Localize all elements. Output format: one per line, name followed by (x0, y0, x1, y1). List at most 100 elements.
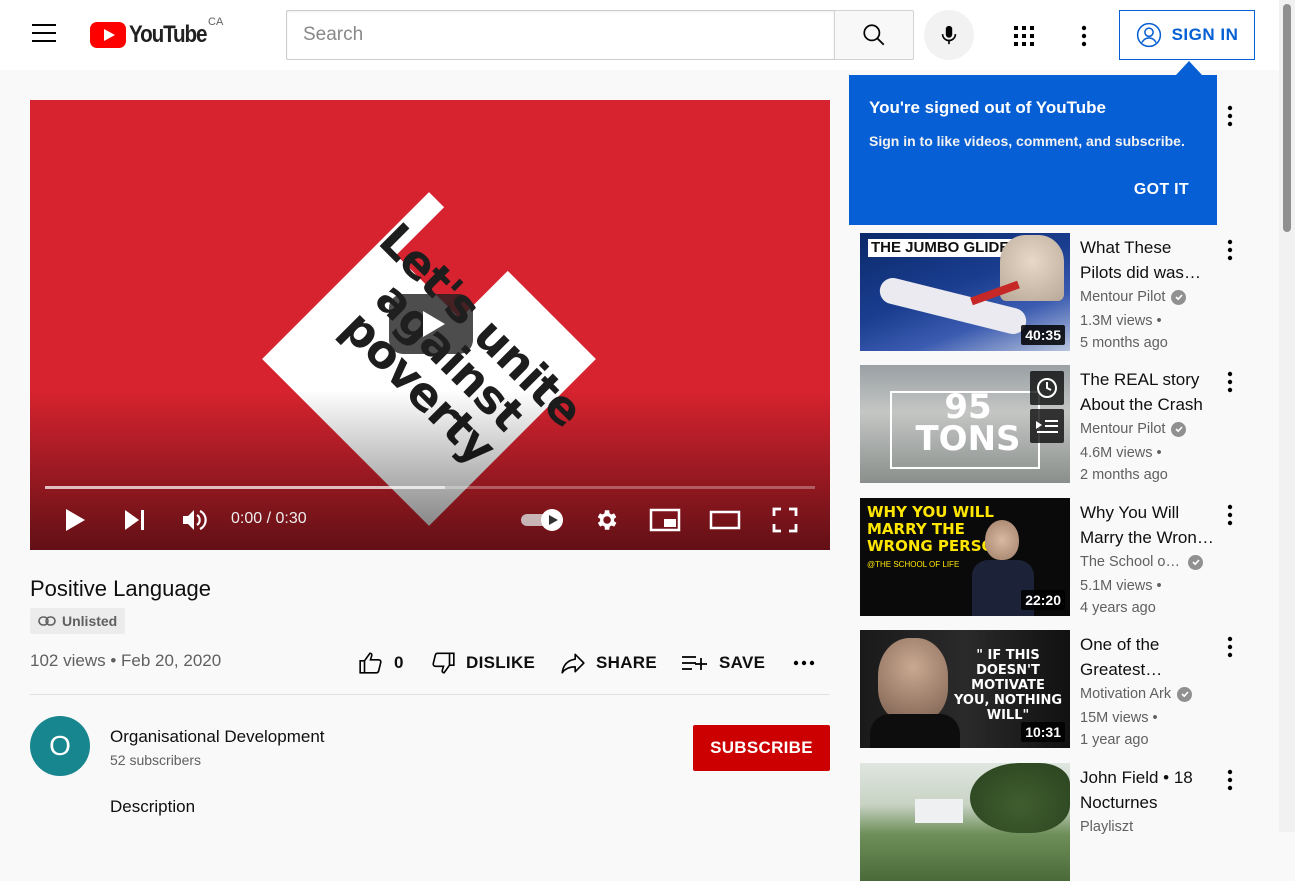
recommendation-item[interactable]: 95 TONS The REAL story About the Crash M… (860, 365, 1245, 483)
video-thumbnail[interactable]: 95 TONS (860, 365, 1070, 483)
dislike-label: DISLIKE (466, 653, 536, 672)
channel-avatar[interactable]: O (30, 716, 90, 776)
apps-button[interactable] (1008, 20, 1040, 52)
recommendation-title[interactable]: What These Pilots did was Incredible (1080, 235, 1215, 285)
like-button[interactable]: 0 (358, 648, 404, 678)
apps-grid-icon (1014, 26, 1034, 46)
miniplayer-icon (649, 508, 681, 532)
progress-bar[interactable] (45, 486, 815, 489)
hidden-item-menu-button[interactable] (1220, 103, 1240, 129)
recommendation-channel[interactable]: Mentour Pilot (1080, 421, 1187, 437)
play-button[interactable] (60, 502, 90, 538)
sign-in-button[interactable]: SIGN IN (1119, 10, 1255, 60)
menu-icon[interactable] (32, 24, 58, 46)
video-player[interactable]: Let's unite against poverty 0:00 / 0:30 (30, 100, 830, 550)
voice-search-button[interactable] (924, 10, 974, 60)
recommendation-channel[interactable]: Mentour Pilot (1080, 289, 1187, 305)
add-to-queue-button[interactable] (1030, 409, 1064, 443)
page-scrollbar[interactable] (1279, 0, 1295, 832)
video-thumbnail[interactable]: " IF THIS DOESN'T MOTIVATE YOU, NOTHING … (860, 630, 1070, 748)
search-box (286, 10, 835, 60)
autoplay-toggle-icon (521, 509, 563, 531)
search-input[interactable] (287, 11, 834, 59)
vertical-dots-icon (1227, 105, 1233, 127)
recommendation-age: 4 years ago (1080, 600, 1156, 616)
recommendation-age: 5 months ago (1080, 335, 1168, 351)
share-label: SHARE (596, 653, 658, 672)
recommendation-channel[interactable]: Motivation Ark (1080, 686, 1193, 702)
more-actions-button[interactable] (793, 648, 815, 678)
sign-in-label: SIGN IN (1171, 25, 1239, 44)
skip-next-icon (125, 510, 144, 530)
clock-icon (1037, 378, 1057, 398)
thumb-subcaption: @THE SCHOOL OF LIFE (867, 560, 960, 569)
watch-later-button[interactable] (1030, 371, 1064, 405)
theater-mode-icon (709, 510, 741, 530)
large-play-button[interactable] (389, 294, 473, 354)
settings-more-button[interactable] (1068, 20, 1100, 52)
recommendation-title[interactable]: Why You Will Marry the Wrong Person (1080, 500, 1215, 550)
save-button[interactable]: SAVE (681, 648, 765, 678)
next-button[interactable] (120, 502, 150, 538)
video-thumbnail[interactable]: WHY YOU WILL MARRY THE WRONG PERSON @THE… (860, 498, 1070, 616)
recommendation-channel[interactable]: Playliszt (1080, 819, 1133, 835)
vertical-dots-icon (1227, 636, 1233, 658)
subscriber-count: 52 subscribers (110, 752, 202, 768)
recommendation-menu-button[interactable] (1220, 767, 1240, 793)
queue-icon (1036, 420, 1058, 433)
fullscreen-button[interactable] (770, 502, 800, 538)
recommendation-item[interactable]: THE JUMBO GLIDER 40:35 What These Pilots… (860, 233, 1245, 351)
search-button[interactable] (834, 10, 914, 60)
verified-icon (1188, 554, 1203, 570)
recommendation-menu-button[interactable] (1220, 502, 1240, 528)
tree-graphic (970, 763, 1070, 833)
progress-buffered (45, 486, 446, 489)
recommendation-menu-button[interactable] (1220, 237, 1240, 263)
youtube-logo[interactable]: YouTube (90, 21, 219, 48)
recommendation-title[interactable]: The REAL story About the Crash (1080, 367, 1215, 417)
recommendation-item[interactable]: WHY YOU WILL MARRY THE WRONG PERSON @THE… (860, 498, 1245, 616)
miniplayer-button[interactable] (648, 502, 682, 538)
recommendation-views: 15M views • (1080, 710, 1158, 726)
recommendation-age: 2 months ago (1080, 467, 1168, 483)
play-icon (66, 509, 85, 531)
thumbs-down-icon (432, 652, 455, 674)
recommendation-menu-button[interactable] (1220, 634, 1240, 660)
dislike-button[interactable]: DISLIKE (430, 648, 535, 678)
recommendation-item[interactable]: " IF THIS DOESN'T MOTIVATE YOU, NOTHING … (860, 630, 1245, 748)
theater-mode-button[interactable] (708, 502, 742, 538)
view-count-date: 102 views • Feb 20, 2020 (30, 651, 222, 670)
share-button[interactable]: SHARE (560, 648, 657, 678)
youtube-play-icon (90, 22, 126, 48)
recommendation-item[interactable]: John Field • 18 Nocturnes Playliszt (860, 763, 1245, 881)
recommendation-title[interactable]: One of the Greatest Speeches Ever (1080, 632, 1215, 682)
channel-name[interactable]: Organisational Development (110, 727, 325, 747)
signed-out-popup: You're signed out of YouTube Sign in to … (849, 75, 1217, 225)
masthead: YouTube CA SIGN IN (0, 0, 1279, 70)
thumbs-up-icon (359, 652, 382, 674)
recommendation-title[interactable]: John Field • 18 Nocturnes (1080, 765, 1215, 815)
fullscreen-icon (772, 507, 798, 533)
recommendation-channel[interactable]: The School of Life (1080, 554, 1203, 570)
autoplay-toggle[interactable] (518, 502, 566, 538)
got-it-button[interactable]: GOT IT (1134, 181, 1189, 199)
scrollbar-thumb[interactable] (1283, 4, 1291, 232)
video-thumbnail[interactable] (860, 763, 1070, 881)
recommendation-age: 1 year ago (1080, 732, 1149, 748)
video-thumbnail[interactable]: THE JUMBO GLIDER 40:35 (860, 233, 1070, 351)
badge-label: Unlisted (62, 613, 118, 629)
vertical-dots-icon (1227, 504, 1233, 526)
vertical-dots-icon (1081, 25, 1087, 47)
volume-button[interactable] (180, 502, 210, 538)
channel-label: The School of Life (1080, 554, 1182, 570)
like-count: 0 (394, 653, 404, 672)
channel-label: Playliszt (1080, 819, 1134, 835)
save-label: SAVE (719, 653, 766, 672)
recommendation-menu-button[interactable] (1220, 369, 1240, 395)
playlist-add-icon (682, 656, 707, 670)
settings-button[interactable] (590, 502, 622, 538)
vertical-dots-icon (1227, 239, 1233, 261)
channel-label: Motivation Ark (1080, 686, 1172, 702)
subscribe-button[interactable]: SUBSCRIBE (693, 725, 830, 771)
recommendation-views: 5.1M views • (1080, 578, 1162, 594)
